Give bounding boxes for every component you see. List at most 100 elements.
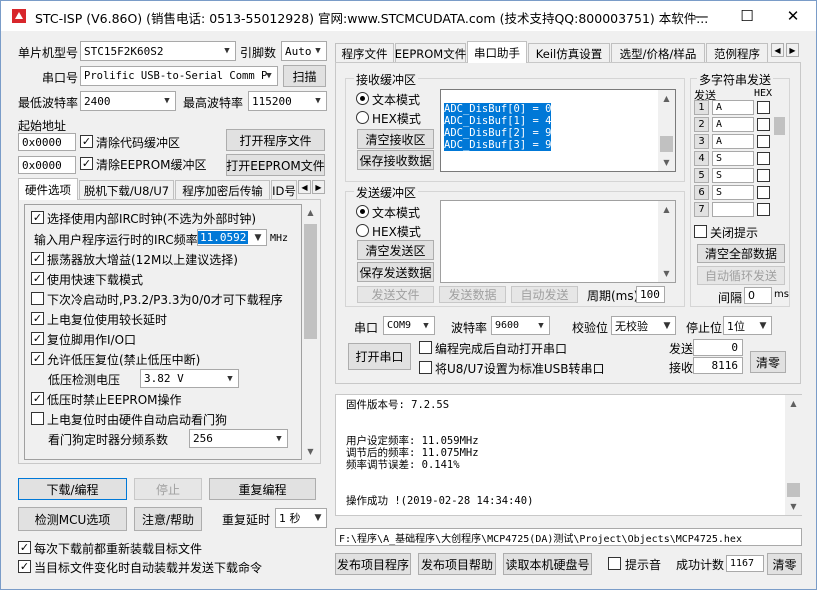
baud-select[interactable]: 9600 ▼ (491, 316, 550, 335)
send-file-button[interactable]: 发送文件 (357, 286, 434, 303)
scroll-down-icon[interactable]: ▼ (658, 154, 675, 171)
multi-string-input[interactable]: S (712, 168, 754, 183)
auto-loop-send-button[interactable]: 自动循环发送 (697, 266, 785, 285)
scrollbar-thumb[interactable] (787, 483, 800, 497)
open-eeprom-button[interactable]: 打开EEPROM文件 (226, 154, 325, 176)
log-scrollbar[interactable]: ▲ ▼ (785, 395, 802, 515)
option-checkbox[interactable]: ✓ (31, 332, 44, 345)
close-tip-checkbox[interactable] (694, 225, 707, 238)
send-hex-mode-radio[interactable] (356, 224, 369, 237)
send-scrollbar[interactable]: ▲ ▼ (658, 201, 675, 282)
option-checkbox[interactable] (31, 292, 44, 305)
clear-all-data-button[interactable]: 清空全部数据 (697, 244, 785, 263)
scrollbar-thumb[interactable] (304, 224, 317, 339)
multi-send-button[interactable]: 7 (694, 202, 709, 217)
beep-checkbox[interactable] (608, 557, 621, 570)
multi-send-button[interactable]: 6 (694, 185, 709, 200)
multi-string-input[interactable]: A (712, 117, 754, 132)
port-select[interactable]: Prolific USB-to-Serial Comm P ▼ (80, 66, 278, 86)
open-program-button[interactable]: 打开程序文件 (226, 129, 325, 151)
option-checkbox[interactable] (31, 412, 44, 425)
multi-string-input[interactable]: A (712, 134, 754, 149)
multi-hex-checkbox[interactable] (757, 186, 770, 199)
multi-string-input[interactable]: A (712, 100, 754, 115)
scroll-down-icon[interactable]: ▼ (302, 443, 319, 460)
tab-encrypted-transfer[interactable]: 程序加密后传输 (175, 180, 270, 200)
reset-success-count-button[interactable]: 清零 (767, 553, 802, 575)
multi-string-input[interactable] (712, 202, 754, 217)
send-text-mode-radio[interactable] (356, 205, 369, 218)
low-voltage-select[interactable]: 3.82 V ▼ (140, 369, 239, 388)
option-checkbox[interactable]: ✓ (31, 252, 44, 265)
close-button[interactable]: ✕ (770, 1, 816, 31)
help-button[interactable]: 注意/帮助 (134, 507, 202, 531)
multi-send-button[interactable]: 4 (694, 151, 709, 166)
recv-hex-mode-radio[interactable] (356, 111, 369, 124)
send-data-button[interactable]: 发送数据 (439, 286, 506, 303)
scroll-up-icon[interactable]: ▲ (658, 201, 675, 218)
multi-hex-checkbox[interactable] (757, 101, 770, 114)
watchdog-prescaler-select[interactable]: 256 ▼ (189, 429, 288, 448)
multi-hex-checkbox[interactable] (757, 135, 770, 148)
option-checkbox[interactable]: ✓ (31, 312, 44, 325)
multi-hex-checkbox[interactable] (757, 152, 770, 165)
scroll-up-icon[interactable]: ▲ (658, 90, 675, 107)
read-disk-button[interactable]: 读取本机硬盘号 (503, 553, 592, 575)
option-checkbox[interactable]: ✓ (31, 352, 44, 365)
usb-serial-checkbox[interactable] (419, 361, 432, 374)
com-select[interactable]: COM9 ▼ (383, 316, 435, 335)
save-receive-button[interactable]: 保存接收数据 (357, 150, 434, 170)
code-address-input[interactable]: 0x0000 (18, 133, 76, 151)
repeat-program-button[interactable]: 重复编程 (209, 478, 316, 500)
scan-button[interactable]: 扫描 (283, 65, 326, 87)
tab-example-programs[interactable]: 范例程序 (706, 43, 768, 63)
reload-target-checkbox[interactable]: ✓ (18, 541, 31, 554)
tab-id-number[interactable]: ID号 (271, 180, 297, 200)
open-port-button[interactable]: 打开串口 (348, 343, 411, 370)
tab-scroll-left-icon[interactable]: ◀ (298, 180, 311, 194)
multi-hex-checkbox[interactable] (757, 169, 770, 182)
repeat-delay-select[interactable]: 1 秒 ▼ (275, 508, 327, 528)
receive-textarea[interactable]: ADC_DisBuf[0] = 0 ADC_DisBuf[1] = 4 ADC_Di… (440, 89, 676, 172)
multi-send-button[interactable]: 5 (694, 168, 709, 183)
send-textarea[interactable] (440, 200, 676, 283)
maximize-button[interactable]: ☐ (724, 1, 770, 31)
publish-program-button[interactable]: 发布项目程序 (335, 553, 411, 575)
interval-input[interactable]: 0 (744, 287, 772, 304)
option-checkbox[interactable]: ✓ (31, 211, 44, 224)
pin-count-select[interactable]: Auto ▼ (281, 41, 327, 61)
clear-count-button[interactable]: 清零 (750, 351, 786, 373)
clear-send-button[interactable]: 清空发送区 (357, 240, 434, 260)
max-baud-select[interactable]: 115200 ▼ (248, 91, 327, 111)
clear-eeprom-checkbox[interactable]: ✓ (80, 157, 93, 170)
mcu-model-select[interactable]: STC15F2K60S2 ▼ (80, 41, 236, 61)
scroll-down-icon[interactable]: ▼ (785, 498, 802, 515)
tab-eeprom-file[interactable]: EEPROM文件 (395, 43, 466, 63)
clear-code-checkbox[interactable]: ✓ (80, 135, 93, 148)
multi-send-button[interactable]: 3 (694, 134, 709, 149)
tab-selection-price[interactable]: 选型/价格/样品 (611, 43, 705, 63)
options-scrollbar[interactable]: ▲ ▼ (302, 204, 319, 460)
detect-mcu-button[interactable]: 检测MCU选项 (18, 507, 127, 531)
auto-open-port-checkbox[interactable] (419, 341, 432, 354)
tab-scroll-right-icon[interactable]: ▶ (312, 180, 325, 194)
scroll-down-icon[interactable]: ▼ (658, 265, 675, 282)
multi-hex-checkbox[interactable] (757, 203, 770, 216)
option-checkbox[interactable]: ✓ (31, 392, 44, 405)
stop-bit-select[interactable]: 1位 ▼ (723, 316, 772, 335)
recv-text-mode-radio[interactable] (356, 92, 369, 105)
scrollbar-thumb[interactable] (660, 136, 673, 152)
parity-select[interactable]: 无校验 ▼ (611, 316, 676, 335)
receive-scrollbar[interactable]: ▲ ▼ (658, 90, 675, 171)
auto-reload-checkbox[interactable]: ✓ (18, 560, 31, 573)
tab-offline-download[interactable]: 脱机下载/U8/U7 (79, 180, 174, 200)
tab-keil-settings[interactable]: Keil仿真设置 (528, 43, 610, 63)
clear-receive-button[interactable]: 清空接收区 (357, 129, 434, 149)
scroll-up-icon[interactable]: ▲ (785, 395, 802, 412)
multi-string-scrollbar[interactable] (773, 99, 786, 218)
tab-scroll-right-icon[interactable]: ▶ (786, 43, 799, 57)
save-send-button[interactable]: 保存发送数据 (357, 262, 434, 282)
tab-scroll-left-icon[interactable]: ◀ (771, 43, 784, 57)
irc-frequency-select[interactable]: 11.0592 ▼ (197, 229, 267, 246)
min-baud-select[interactable]: 2400 ▼ (80, 91, 176, 111)
